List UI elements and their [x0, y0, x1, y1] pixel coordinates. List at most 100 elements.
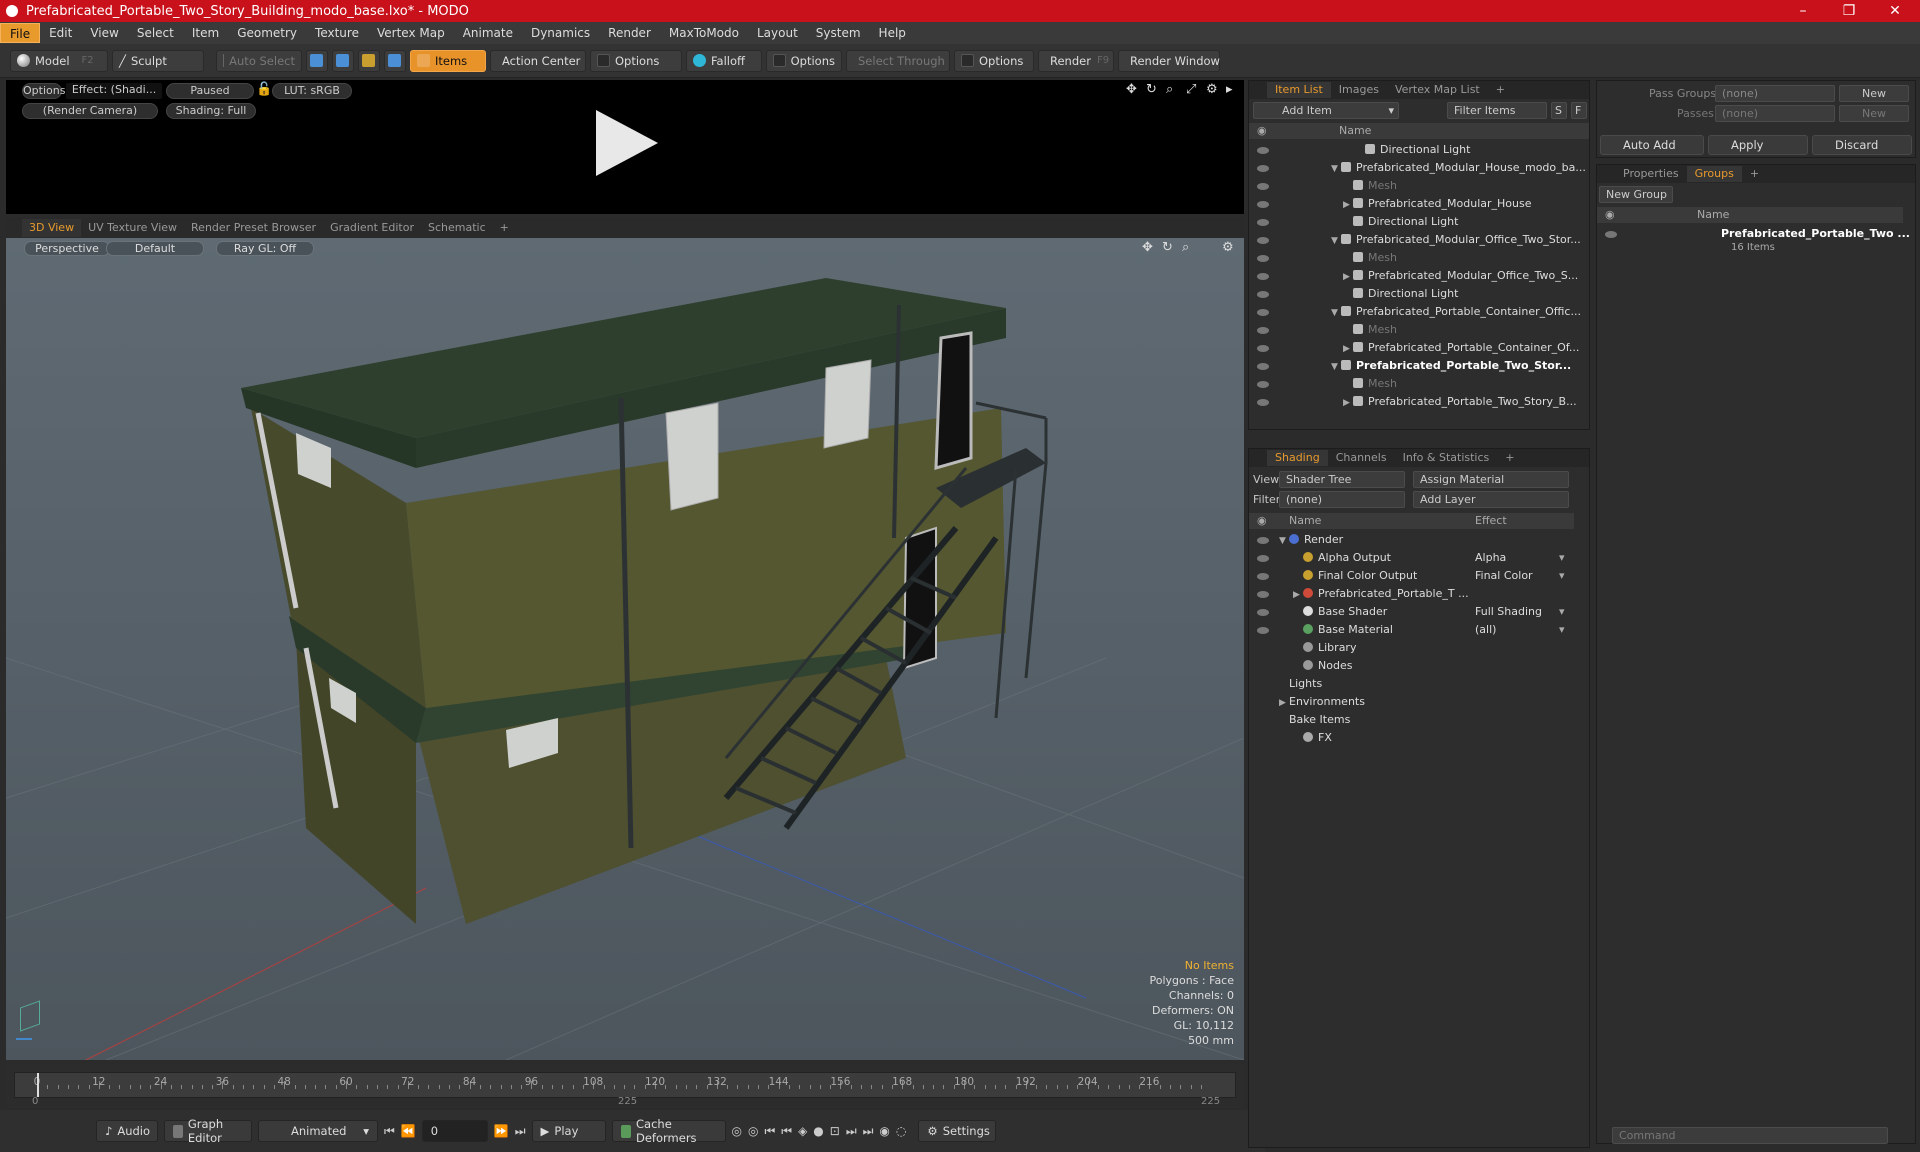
- tab-vertex-map-list[interactable]: Vertex Map List: [1387, 82, 1488, 98]
- shader-tree-row[interactable]: ▶ Prefabricated_Portable_T ...: [1249, 585, 1574, 603]
- menu-edit[interactable]: Edit: [40, 23, 81, 43]
- eye-icon[interactable]: [1257, 537, 1269, 544]
- vertices-mode-button[interactable]: [306, 49, 328, 72]
- eye-icon[interactable]: [1257, 345, 1269, 352]
- chevron-down-icon[interactable]: ▼: [1331, 304, 1341, 322]
- render-window-button[interactable]: Render Window: [1118, 49, 1220, 72]
- filter-f-button[interactable]: F: [1571, 102, 1587, 119]
- shading-dropdown[interactable]: Shading: Full: [166, 103, 256, 119]
- filter-items-field[interactable]: Filter Items: [1447, 102, 1547, 119]
- item-list-row[interactable]: ▼ Prefabricated_Portable_Two_Stor...: [1249, 357, 1574, 375]
- add-tab-button[interactable]: +: [1488, 82, 1513, 98]
- item-list-row[interactable]: Directional Light: [1249, 141, 1574, 159]
- edges-mode-button[interactable]: [332, 49, 354, 72]
- play-icon[interactable]: [596, 110, 658, 176]
- new-group-button[interactable]: New Group: [1599, 186, 1673, 203]
- items-mode-button[interactable]: Items: [410, 49, 486, 72]
- item-list-row[interactable]: Mesh: [1249, 321, 1574, 339]
- chevron-down-icon[interactable]: ▾: [1559, 603, 1565, 621]
- menu-geometry[interactable]: Geometry: [228, 23, 306, 43]
- shader-tree-row[interactable]: Base Material (all) ▾: [1249, 621, 1574, 639]
- eye-icon[interactable]: [1257, 399, 1269, 406]
- apply-button[interactable]: Apply: [1708, 135, 1808, 155]
- close-button[interactable]: ✕: [1872, 0, 1918, 22]
- tab-item-list[interactable]: Item List: [1267, 82, 1331, 98]
- eye-icon[interactable]: [1257, 201, 1269, 208]
- add-layer-dropdown[interactable]: Add Layer: [1413, 491, 1569, 508]
- eye-icon[interactable]: [1257, 147, 1269, 154]
- eye-icon[interactable]: [1257, 627, 1269, 634]
- add-tab-button[interactable]: +: [1742, 166, 1767, 182]
- eye-icon[interactable]: [1257, 381, 1269, 388]
- last-frame-icon[interactable]: ⏭: [515, 1124, 526, 1139]
- eye-icon[interactable]: [1257, 165, 1269, 172]
- chevron-down-icon[interactable]: ▼: [1331, 358, 1341, 376]
- effect-value[interactable]: Full Shading: [1475, 603, 1542, 621]
- item-list-row[interactable]: Mesh: [1249, 249, 1574, 267]
- cache-deformers-button[interactable]: Cache Deformers: [611, 1117, 726, 1145]
- zoom-icon[interactable]: ⌕: [1166, 82, 1173, 97]
- eye-icon[interactable]: [1257, 573, 1269, 580]
- frame-input[interactable]: 0: [421, 1120, 488, 1142]
- eye-icon[interactable]: [1257, 309, 1269, 316]
- item-list-row[interactable]: Mesh: [1249, 375, 1574, 393]
- shader-tree-row[interactable]: FX: [1249, 729, 1574, 747]
- menu-dynamics[interactable]: Dynamics: [522, 23, 599, 43]
- tab-info-statistics[interactable]: Info & Statistics: [1395, 450, 1498, 466]
- filter-dropdown[interactable]: (none): [1279, 491, 1405, 508]
- move-icon[interactable]: ✥: [1126, 82, 1137, 97]
- sculpt-mode-button[interactable]: ╱ Sculpt: [112, 49, 204, 72]
- assign-material-button[interactable]: Assign Material: [1413, 471, 1569, 488]
- new-pass-button[interactable]: New: [1839, 105, 1909, 122]
- menu-vertex-map[interactable]: Vertex Map: [368, 23, 454, 43]
- lut-dropdown[interactable]: LUT: sRGB: [272, 83, 352, 99]
- prev-key-icon[interactable]: ⏪: [401, 1124, 416, 1138]
- discard-button[interactable]: Discard: [1812, 135, 1912, 155]
- minimize-button[interactable]: –: [1780, 0, 1826, 22]
- eye-icon[interactable]: [1257, 237, 1269, 244]
- menu-texture[interactable]: Texture: [306, 23, 368, 43]
- expand-arrow-icon[interactable]: ▼: [1279, 532, 1289, 550]
- expand-arrow-icon[interactable]: ▸: [1226, 82, 1233, 97]
- eye-icon[interactable]: [1257, 591, 1269, 598]
- tab-gradient-editor[interactable]: Gradient Editor: [323, 219, 421, 237]
- select-through-button[interactable]: Select Through: [846, 49, 950, 72]
- audio-button[interactable]: ♪ Audio: [96, 1120, 158, 1142]
- item-list-row[interactable]: ▶ Prefabricated_Portable_Two_Story_B...: [1249, 393, 1577, 412]
- tab-groups[interactable]: Groups: [1686, 166, 1742, 182]
- preview-options-button[interactable]: Options: [22, 83, 65, 99]
- item-list-row[interactable]: ▶ Prefabricated_Modular_Office_Two_S...: [1249, 267, 1578, 285]
- auto-select-button[interactable]: Auto Select: [216, 49, 302, 72]
- item-list-row[interactable]: Directional Light: [1249, 213, 1574, 231]
- tab-images[interactable]: Images: [1331, 82, 1387, 98]
- item-list-row[interactable]: ▶ Prefabricated_Modular_House: [1249, 195, 1574, 213]
- polygons-mode-button[interactable]: [358, 49, 380, 72]
- item-list-row[interactable]: ▼ Prefabricated_Portable_Container_Offic.…: [1249, 303, 1581, 322]
- menu-render[interactable]: Render: [599, 23, 660, 43]
- pass-groups-dropdown[interactable]: (none): [1715, 85, 1835, 102]
- chevron-right-icon[interactable]: ▶: [1343, 196, 1353, 214]
- gear-icon[interactable]: ⚙: [1206, 82, 1218, 97]
- add-tab-button[interactable]: +: [1497, 450, 1522, 466]
- item-list-row[interactable]: Mesh: [1249, 177, 1574, 195]
- eye-icon[interactable]: [1257, 327, 1269, 334]
- lock-icon[interactable]: 🔓: [256, 82, 272, 97]
- animated-dropdown[interactable]: Animated ▾: [258, 1120, 378, 1142]
- playhead[interactable]: [37, 1073, 39, 1097]
- chevron-down-icon[interactable]: ▼: [1331, 160, 1341, 178]
- menu-maxtomodo[interactable]: MaxToModo: [660, 23, 748, 43]
- view-dropdown[interactable]: Shader Tree: [1279, 471, 1405, 488]
- play-button[interactable]: ▶ Play: [531, 1120, 606, 1142]
- maximize-icon[interactable]: ⤢: [1186, 82, 1196, 97]
- action-center-options-button[interactable]: Options: [590, 49, 682, 72]
- chevron-right-icon[interactable]: ▶: [1343, 394, 1353, 412]
- first-frame-icon[interactable]: ⏮: [384, 1124, 395, 1139]
- key-tools-icons[interactable]: ◎◎⏮⏮◈●⊡⏭⏭◉◌: [732, 1124, 913, 1139]
- expand-arrow-icon[interactable]: ▶: [1279, 694, 1289, 712]
- 3d-viewport[interactable]: Perspective Default Ray GL: Off ✥ ↻ ⌕ ⚙: [6, 238, 1244, 1060]
- auto-add-button[interactable]: Auto Add: [1600, 135, 1704, 155]
- menu-animate[interactable]: Animate: [454, 23, 522, 43]
- eye-icon[interactable]: [1257, 555, 1269, 562]
- menu-view[interactable]: View: [81, 23, 127, 43]
- item-list-row[interactable]: ▼ Prefabricated_Modular_House_modo_ba...: [1249, 159, 1586, 178]
